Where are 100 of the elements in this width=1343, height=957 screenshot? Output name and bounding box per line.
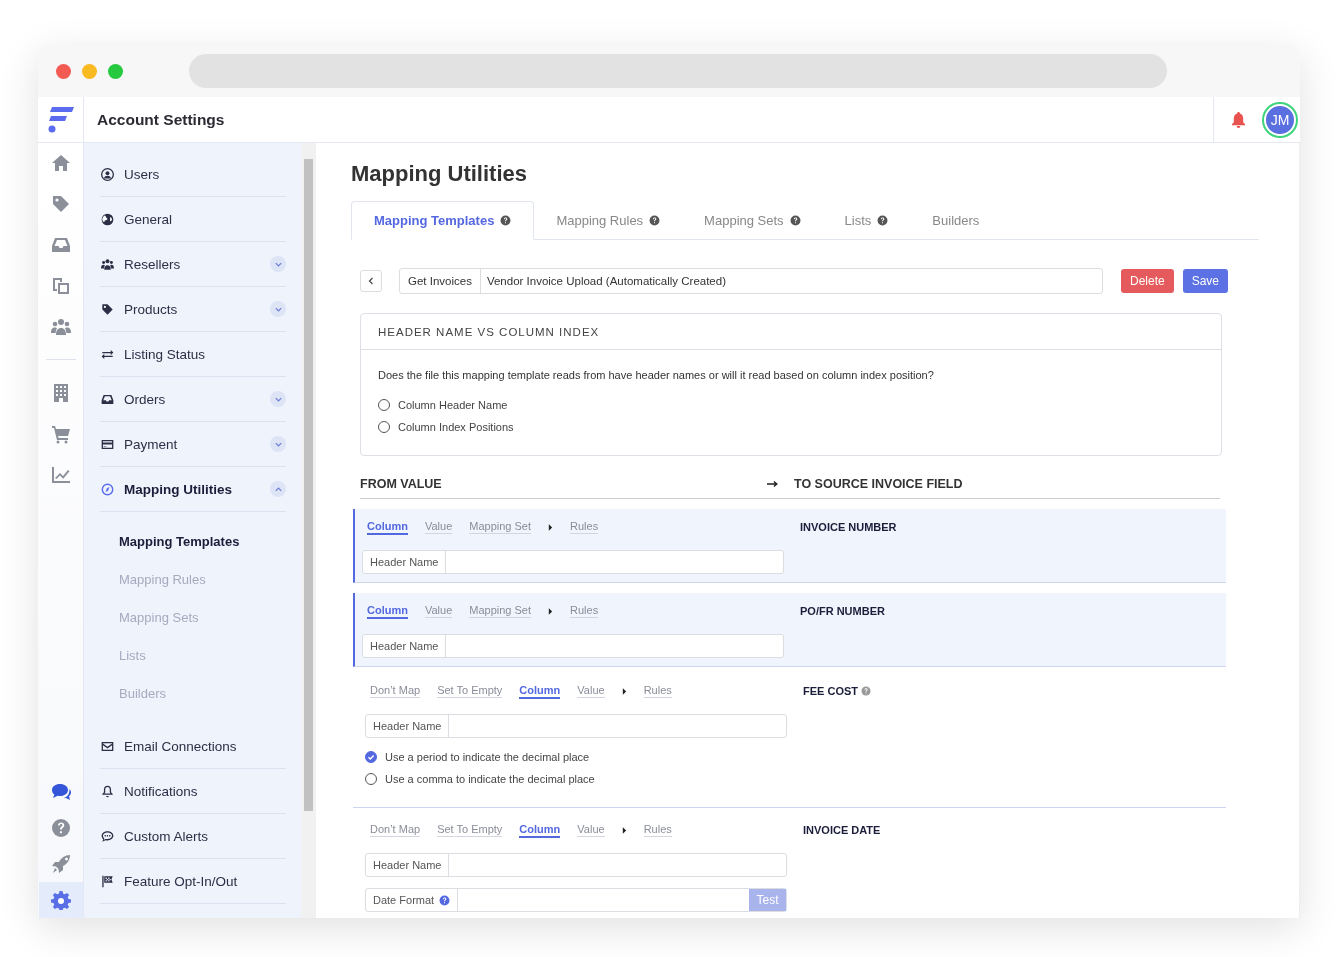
help-icon[interactable] (439, 894, 451, 906)
chevron-left-icon (366, 276, 376, 286)
help-icon[interactable] (877, 214, 889, 226)
mode-tab[interactable]: Column (367, 519, 408, 535)
chevron-icon[interactable] (270, 391, 286, 407)
caret-icon[interactable] (621, 687, 627, 695)
chart-icon[interactable] (50, 465, 71, 485)
chevron-icon[interactable] (270, 436, 286, 452)
globe-icon (101, 212, 114, 226)
copy-icon[interactable] (50, 276, 71, 296)
card-title: HEADER NAME VS COLUMN INDEX (361, 314, 1221, 350)
sidebar-item[interactable]: General (100, 197, 286, 242)
sidebar-item[interactable]: Mapping Utilities (100, 467, 286, 512)
template-type: Get Invoices (400, 269, 481, 293)
field-label: Header Name (370, 640, 439, 652)
caret-icon[interactable] (548, 523, 554, 531)
help-icon[interactable] (649, 214, 661, 226)
tab[interactable]: Mapping Rules (534, 201, 683, 239)
tab[interactable]: Mapping Templates (351, 201, 535, 240)
tray-icon[interactable] (50, 235, 71, 255)
submenu-item[interactable]: Mapping Templates (119, 522, 286, 560)
sidebar-item[interactable]: Payment (100, 422, 286, 467)
mode-tab[interactable]: Rules (570, 604, 599, 618)
compass-icon (101, 482, 114, 496)
mode-tab[interactable]: Mapping Set (469, 520, 532, 534)
input-field[interactable]: Header Name (362, 634, 784, 658)
mode-tab[interactable]: Value (577, 823, 605, 837)
mode-tab[interactable]: Set To Empty (437, 823, 503, 837)
chevron-icon[interactable] (270, 481, 286, 497)
sidebar-item[interactable]: Email Connections (100, 724, 286, 769)
mode-tab[interactable]: Mapping Set (469, 604, 532, 618)
close-dot[interactable] (56, 63, 71, 79)
flag-icon (101, 874, 114, 888)
mode-tab[interactable]: Value (577, 684, 605, 698)
minimize-dot[interactable] (82, 63, 97, 79)
sidebar-item[interactable]: Resellers (100, 242, 286, 287)
mode-tab[interactable]: Set To Empty (437, 684, 503, 698)
chevron-icon[interactable] (270, 301, 286, 317)
mode-tab[interactable]: Column (367, 603, 408, 619)
mode-tab[interactable]: Don’t Map (370, 684, 421, 698)
help-icon[interactable] (789, 214, 801, 226)
sidebar-item[interactable]: Products (100, 287, 286, 332)
sidebar-item[interactable]: Feature Opt-In/Out (100, 859, 286, 904)
home-icon[interactable] (50, 153, 71, 173)
comment-icon (101, 829, 114, 843)
tab[interactable]: Builders (910, 201, 1002, 239)
mode-tab[interactable]: Rules (643, 684, 672, 698)
sidebar-item[interactable]: Orders (100, 377, 286, 422)
sidebar-item[interactable]: Custom Alerts (100, 814, 286, 859)
page-title: Account Settings (97, 110, 226, 129)
delete-button[interactable]: Delete (1121, 269, 1174, 293)
mode-tab[interactable]: Column (519, 822, 561, 838)
mode-tab[interactable]: Column (519, 683, 561, 699)
bell-icon[interactable] (1231, 111, 1246, 128)
mode-tab[interactable]: Value (424, 520, 453, 534)
user-avatar[interactable]: JM (1264, 103, 1296, 136)
field-name: FEE COST (803, 685, 858, 697)
arrow-icon (767, 480, 779, 488)
maximize-dot[interactable] (108, 63, 123, 79)
mode-tab[interactable]: Rules (570, 520, 599, 534)
tag-icon[interactable] (50, 194, 71, 214)
tab[interactable]: Lists (822, 201, 911, 239)
chevron-icon[interactable] (270, 256, 286, 272)
field-label: Header Name (373, 720, 442, 732)
column-heading: FROM VALUE (360, 477, 443, 491)
mode-tab[interactable]: Value (424, 604, 453, 618)
field-label: Header Name (370, 556, 439, 568)
column-heading: TO SOURCE INVOICE FIELD (794, 477, 963, 491)
question-text: Does the file this mapping template reads from have header names or will it read based on column index position? (378, 369, 935, 381)
option-label: Use a period to indicate the decimal place (385, 751, 590, 763)
help-icon[interactable] (500, 215, 512, 226)
scrollbar[interactable] (301, 143, 316, 918)
option-label: Column Index Positions (398, 421, 514, 433)
sidebar-item[interactable]: Users (100, 152, 286, 197)
settings-icon[interactable] (38, 882, 83, 918)
caret-icon[interactable] (621, 826, 627, 834)
users-icon[interactable] (50, 317, 71, 337)
mode-tab[interactable]: Rules (643, 823, 672, 837)
save-button[interactable]: Save (1182, 269, 1229, 293)
input-field[interactable]: Date Format Test (365, 888, 787, 912)
input-field[interactable]: Header Name (365, 853, 787, 877)
cart-icon[interactable] (50, 424, 71, 444)
logo-icon[interactable] (47, 105, 74, 134)
tab[interactable]: Mapping Sets (682, 201, 823, 239)
input-field[interactable]: Header Name (365, 714, 787, 738)
sidebar-item[interactable]: Listing Status (100, 332, 286, 377)
field-label: Header Name (373, 859, 442, 871)
input-field[interactable]: Header Name (362, 550, 784, 574)
tray-icon (101, 392, 114, 406)
radio-button[interactable] (365, 751, 377, 763)
mode-tab[interactable]: Don’t Map (370, 823, 421, 837)
caret-icon[interactable] (548, 607, 554, 615)
sidebar-item[interactable]: Notifications (100, 769, 286, 814)
check-icon (366, 752, 376, 762)
option-label: Column Header Name (398, 399, 508, 411)
mail-icon (101, 739, 114, 753)
bell-icon (101, 784, 114, 798)
field-label: Date Format (373, 894, 435, 906)
template-field[interactable]: Get Invoices Vendor Invoice Upload (Automatically Created) (399, 268, 1103, 294)
back-button[interactable] (360, 270, 382, 292)
